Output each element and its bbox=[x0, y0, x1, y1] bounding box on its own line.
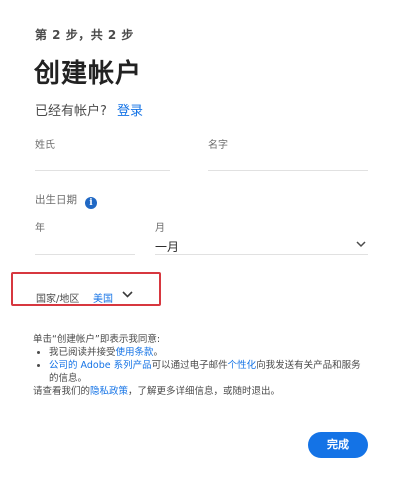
consent-list: 我已阅读并接受使用条款。 公司的 Adobe 系列产品可以通过电子邮件个性化向我… bbox=[33, 346, 368, 385]
last-name-underline bbox=[35, 170, 170, 171]
month-value: 一月 bbox=[155, 240, 180, 254]
adobe-family-link[interactable]: 公司的 Adobe 系列产品 bbox=[49, 360, 152, 371]
dob-label: 出生日期 bbox=[35, 194, 77, 206]
consent-intro: 单击“创建帐户”即表示我同意: bbox=[33, 334, 161, 345]
done-button[interactable]: 完成 bbox=[308, 432, 368, 458]
last-name-input[interactable] bbox=[35, 150, 170, 170]
dob-row: 出生日期 i bbox=[35, 192, 97, 209]
chevron-down-icon[interactable] bbox=[122, 288, 133, 301]
country-select[interactable]: 美国 bbox=[93, 290, 113, 305]
info-icon[interactable]: i bbox=[85, 197, 97, 209]
month-underline bbox=[155, 254, 368, 255]
consent-text: 可以通过电子邮件 bbox=[151, 360, 228, 371]
month-select[interactable] bbox=[155, 232, 368, 254]
consent-text: 请查看我们的 bbox=[33, 386, 91, 397]
first-name-input[interactable] bbox=[208, 150, 368, 170]
terms-of-use-link[interactable]: 使用条款 bbox=[116, 347, 154, 358]
country-label: 国家/地区 bbox=[36, 294, 80, 305]
personalized-link[interactable]: 个性化 bbox=[228, 360, 257, 371]
step-indicator: 第 2 步，共 2 步 bbox=[35, 28, 134, 42]
first-name-label: 名字 bbox=[208, 140, 228, 151]
consent-text: 。 bbox=[153, 347, 164, 358]
year-underline bbox=[35, 254, 135, 255]
chevron-down-icon bbox=[356, 238, 366, 251]
first-name-underline bbox=[208, 170, 368, 171]
consent-block: 单击“创建帐户”即表示我同意: 我已阅读并接受使用条款。 公司的 Adobe 系… bbox=[33, 333, 368, 398]
page-title: 创建帐户 bbox=[34, 59, 143, 89]
last-name-label: 姓氏 bbox=[35, 140, 55, 151]
consent-item-terms: 我已阅读并接受使用条款。 bbox=[49, 346, 368, 359]
consent-text: ，了解更多详细信息，或随时退出。 bbox=[128, 386, 281, 397]
year-input[interactable] bbox=[35, 232, 135, 254]
have-account-row: 已经有帐户? 登录 bbox=[35, 100, 143, 119]
privacy-line: 请查看我们的隐私政策，了解更多详细信息，或随时退出。 bbox=[33, 385, 368, 398]
privacy-policy-link[interactable]: 隐私政策 bbox=[90, 386, 128, 397]
signin-link[interactable]: 登录 bbox=[117, 104, 143, 119]
consent-item-marketing: 公司的 Adobe 系列产品可以通过电子邮件个性化向我发送有关产品和服务的信息。 bbox=[49, 359, 368, 385]
have-account-text: 已经有帐户? bbox=[35, 104, 107, 119]
country-highlight-box bbox=[11, 272, 161, 306]
consent-text: 我已阅读并接受 bbox=[49, 347, 116, 358]
